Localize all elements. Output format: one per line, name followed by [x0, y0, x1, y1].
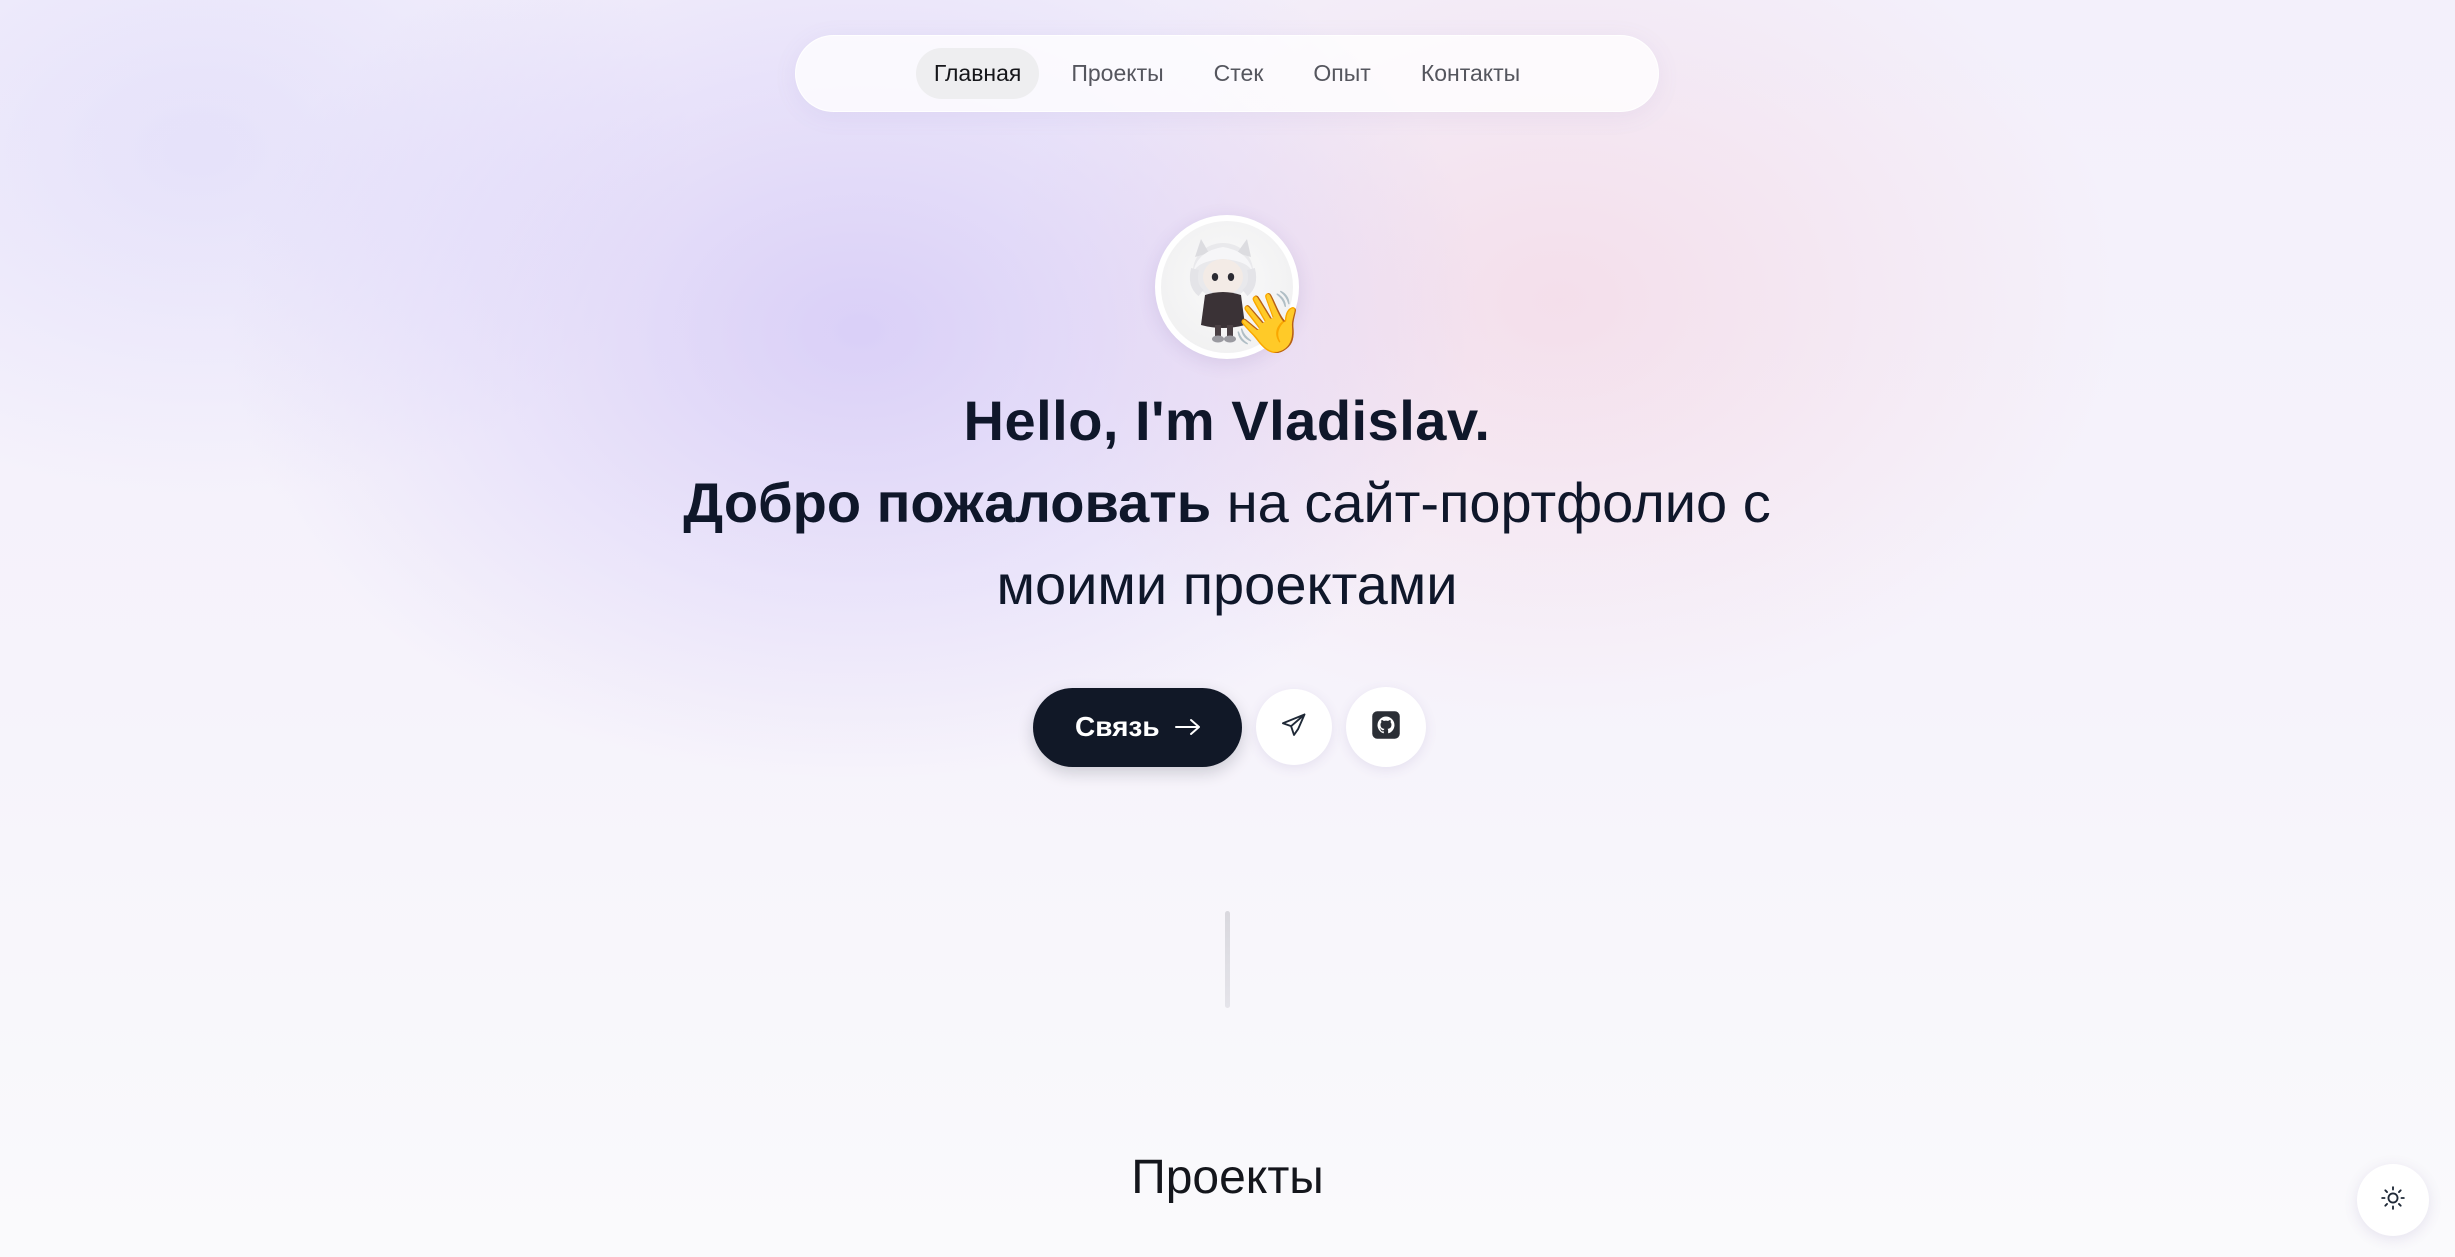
nav-item-home[interactable]: Главная [915, 48, 1040, 99]
sun-icon [2380, 1185, 2406, 1216]
welcome-text: Добро пожаловать на сайт-портфолио с [627, 462, 1827, 544]
nav-item-projects[interactable]: Проекты [1053, 48, 1181, 99]
top-nav: Главная Проекты Стек Опыт Контакты [795, 35, 1659, 112]
nav-item-experience[interactable]: Опыт [1295, 48, 1388, 99]
arrow-right-icon [1174, 717, 1202, 737]
hero-actions: Связь [1033, 687, 1426, 767]
projects-section-title: Проекты [1131, 1151, 1324, 1204]
greeting-text: Hello, I'm Vladislav. [963, 389, 1491, 452]
contact-button[interactable]: Связь [1033, 687, 1242, 767]
theme-toggle-button[interactable] [2357, 1164, 2429, 1236]
telegram-icon [1280, 711, 1308, 744]
avatar: 👋 [1155, 215, 1306, 359]
welcome-bold-text: Добро пожаловать [683, 471, 1212, 534]
nav-item-stack[interactable]: Стек [1196, 48, 1282, 99]
github-icon [1371, 710, 1401, 745]
welcome-text-line2: моими проектами [996, 553, 1458, 616]
waving-hand-icon: 👋 [1231, 288, 1306, 358]
welcome-rest-text: на сайт-портфолио с [1211, 471, 1771, 534]
contact-button-label: Связь [1075, 711, 1160, 742]
hero-heading: Hello, I'm Vladislav. Добро пожаловать н… [627, 380, 1827, 626]
scroll-indicator [1225, 911, 1230, 1008]
github-button[interactable] [1345, 687, 1426, 767]
nav-item-contacts[interactable]: Контакты [1403, 48, 1538, 99]
telegram-button[interactable] [1255, 689, 1332, 765]
